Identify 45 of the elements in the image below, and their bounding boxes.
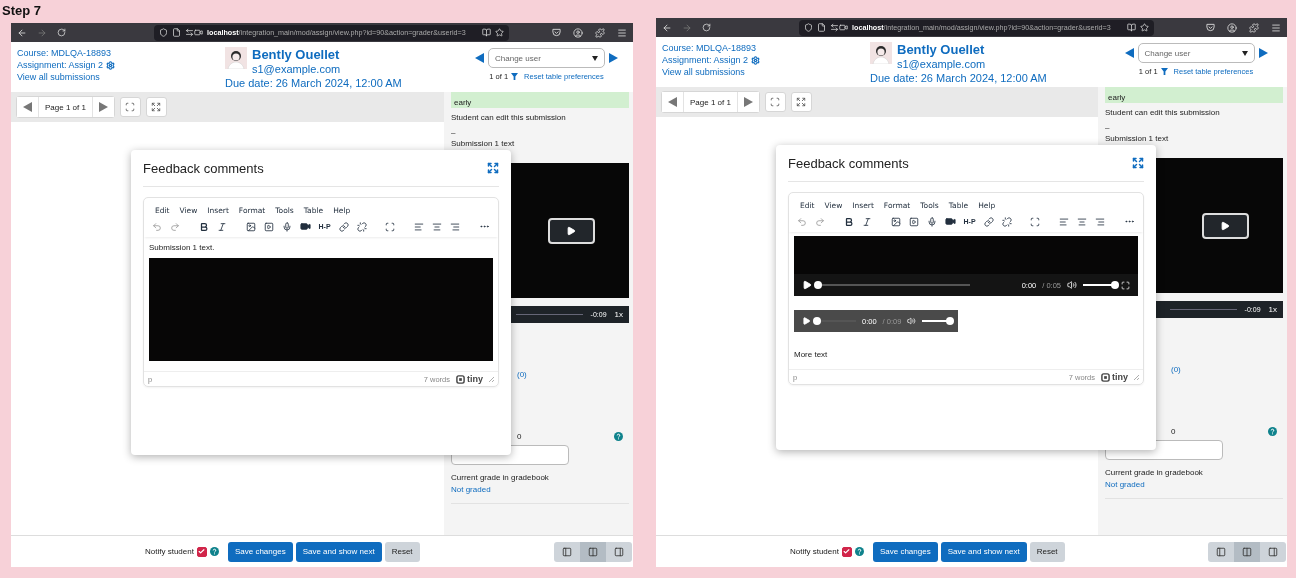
editor-text: More text bbox=[794, 350, 829, 359]
reset-button[interactable]: Reset bbox=[1029, 541, 1065, 562]
dash-text: – bbox=[451, 128, 457, 137]
tiny-logo[interactable]: tiny bbox=[1101, 372, 1128, 382]
tiny-logo[interactable]: tiny bbox=[456, 374, 483, 384]
view-submissions-link[interactable]: View all submissions bbox=[17, 72, 225, 83]
submission-heading: Submission 1 text bbox=[1105, 134, 1170, 143]
dash-text: – bbox=[1105, 123, 1111, 132]
user-email[interactable]: s1@example.com bbox=[252, 62, 402, 76]
user-email[interactable]: s1@example.com bbox=[897, 57, 1047, 71]
user-name[interactable]: Bently Ouellet bbox=[252, 47, 402, 62]
submission-heading: Submission 1 text bbox=[451, 139, 516, 148]
playback-speed[interactable]: 1x bbox=[614, 310, 623, 319]
assignment-link[interactable]: Assignment: Assign 2 bbox=[17, 60, 225, 71]
save-button[interactable]: Save and show next bbox=[940, 541, 1027, 562]
change-user-select[interactable]: Change user bbox=[1137, 43, 1255, 63]
current-grade-label: Current grade in gradebook bbox=[451, 473, 550, 482]
save-button[interactable]: Save and show next bbox=[295, 541, 382, 562]
reset-button[interactable]: Reset bbox=[384, 541, 420, 562]
edit-status: Student can edit this submission bbox=[451, 113, 567, 122]
playback-speed[interactable]: 1x bbox=[1268, 305, 1277, 314]
assignment-link[interactable]: Assignment: Assign 2 bbox=[662, 55, 870, 66]
grade-label: 0 bbox=[517, 432, 522, 441]
submission-status: early bbox=[1105, 87, 1283, 103]
course-link[interactable]: Course: MDLQA-18893 bbox=[662, 43, 870, 54]
view-submissions-link[interactable]: View all submissions bbox=[662, 67, 870, 78]
dialog-title: Feedback comments bbox=[143, 160, 264, 176]
save-button[interactable]: Save changes bbox=[872, 541, 938, 562]
current-grade-label: Current grade in gradebook bbox=[1105, 468, 1204, 477]
not-graded-link[interactable]: Not graded bbox=[451, 485, 629, 494]
notify-label: Notify student bbox=[790, 547, 839, 556]
editor-text: Submission 1 text. bbox=[149, 243, 216, 252]
notify-label: Notify student bbox=[145, 547, 194, 556]
step-title: Step 7 bbox=[1, 2, 42, 18]
save-button[interactable]: Save changes bbox=[227, 541, 293, 562]
due-date: Due date: 26 March 2024, 12:00 AM bbox=[870, 71, 1047, 85]
not-graded-link[interactable]: Not graded bbox=[1105, 480, 1283, 489]
course-link[interactable]: Course: MDLQA-18893 bbox=[17, 48, 225, 59]
grade-label: 0 bbox=[1171, 427, 1176, 436]
change-user-select[interactable]: Change user bbox=[488, 48, 605, 68]
submission-status: early bbox=[451, 92, 629, 108]
edit-status: Student can edit this submission bbox=[1105, 108, 1221, 117]
user-name[interactable]: Bently Ouellet bbox=[897, 42, 1047, 57]
dialog-title: Feedback comments bbox=[788, 155, 909, 171]
due-date: Due date: 26 March 2024, 12:00 AM bbox=[225, 76, 402, 90]
